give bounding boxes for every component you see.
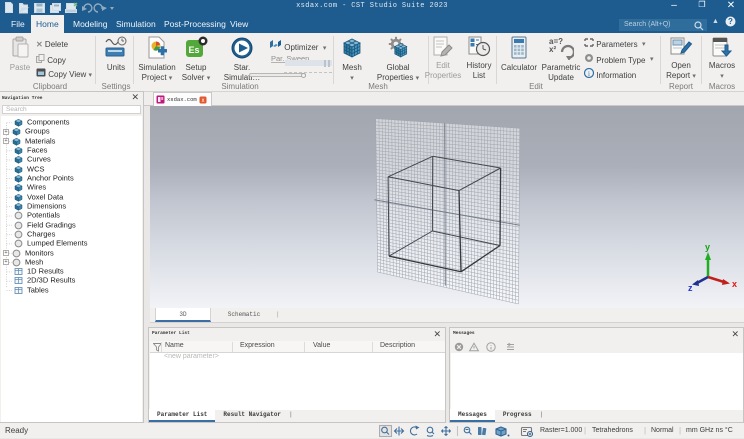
- svg-text:i: i: [588, 70, 590, 78]
- svg-text:x: x: [732, 279, 737, 289]
- svg-text:z: z: [688, 283, 693, 293]
- svg-text:?: ?: [728, 17, 733, 26]
- svg-text:x²: x²: [549, 45, 556, 54]
- svg-text:Es: Es: [188, 45, 199, 55]
- svg-text:y: y: [705, 242, 710, 252]
- svg-text:x: x: [201, 98, 204, 104]
